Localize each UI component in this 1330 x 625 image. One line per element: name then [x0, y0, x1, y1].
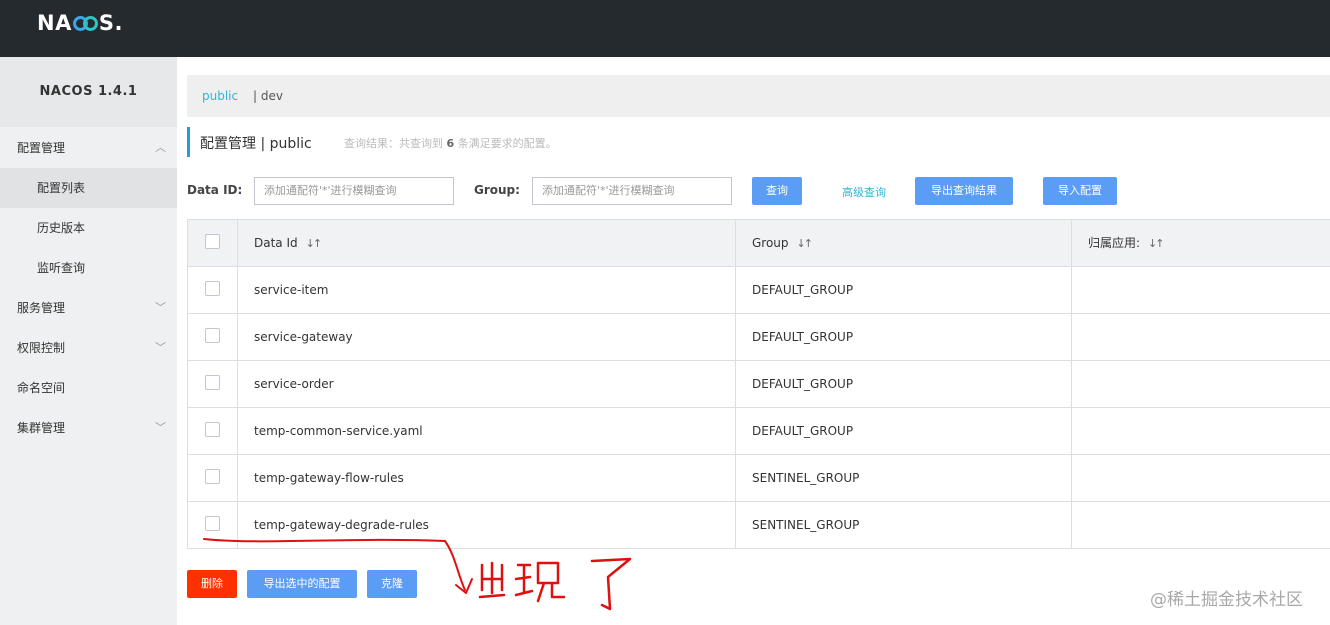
dataid-label: Data ID:	[187, 183, 243, 197]
row-checkbox[interactable]	[205, 422, 220, 437]
row-checkbox[interactable]	[205, 328, 220, 343]
sidebar-item-config-list[interactable]: 配置列表	[0, 168, 177, 208]
sidebar-item-cluster-management[interactable]: 集群管理 ﹀	[0, 408, 177, 448]
table-row[interactable]: service-item DEFAULT_GROUP	[187, 267, 1330, 314]
version-label: NACOS 1.4.1	[0, 57, 177, 127]
chevron-down-icon: ﹀	[155, 301, 166, 314]
sort-icon[interactable]: ↓↑	[1148, 237, 1165, 250]
cell-dataid: service-item	[238, 267, 736, 313]
nacos-logo[interactable]: NA S.	[37, 11, 123, 35]
cell-group: DEFAULT_GROUP	[736, 267, 1072, 313]
handwritten-annotation	[203, 538, 632, 611]
row-checkbox[interactable]	[205, 469, 220, 484]
cell-dataid: service-gateway	[238, 314, 736, 360]
group-label: Group:	[474, 183, 520, 197]
dataid-search-input[interactable]: 添加通配符'*'进行模糊查询	[254, 177, 454, 205]
import-config-button[interactable]: 导入配置	[1043, 177, 1117, 205]
header-app[interactable]: 归属应用: ↓↑	[1072, 220, 1330, 266]
sidebar-item-config-management[interactable]: 配置管理 ︿	[0, 128, 177, 168]
namespace-bar: public | dev	[187, 75, 1330, 117]
config-table: Data Id ↓↑ Group ↓↑ 归属应用: ↓↑ service-item D…	[187, 219, 1330, 549]
cell-dataid: temp-common-service.yaml	[238, 408, 736, 454]
select-all-checkbox[interactable]	[205, 234, 220, 249]
cell-group: SENTINEL_GROUP	[736, 455, 1072, 501]
table-row[interactable]: service-order DEFAULT_GROUP	[187, 361, 1330, 408]
query-result-text: 查询结果：共查询到 6 条满足要求的配置。	[344, 137, 557, 150]
cell-group: DEFAULT_GROUP	[736, 408, 1072, 454]
sidebar: NACOS 1.4.1 配置管理 ︿ 配置列表 历史版本 监听查询 服务管理 ﹀ 权…	[0, 57, 177, 625]
header-group[interactable]: Group ↓↑	[736, 220, 1072, 266]
cell-app	[1072, 408, 1330, 454]
table-row[interactable]: temp-common-service.yaml DEFAULT_GROUP	[187, 408, 1330, 455]
table-row[interactable]: temp-gateway-flow-rules SENTINEL_GROUP	[187, 455, 1330, 502]
row-checkbox[interactable]	[205, 375, 220, 390]
page-title: 配置管理 | public	[200, 136, 312, 152]
cell-group: DEFAULT_GROUP	[736, 314, 1072, 360]
chevron-down-icon: ﹀	[155, 421, 166, 434]
cell-dataid: service-order	[238, 361, 736, 407]
cell-group: DEFAULT_GROUP	[736, 361, 1072, 407]
watermark-text: @稀土掘金技术社区	[1150, 590, 1303, 610]
sort-icon[interactable]: ↓↑	[306, 237, 323, 250]
table-header: Data Id ↓↑ Group ↓↑ 归属应用: ↓↑	[187, 220, 1330, 267]
cell-app	[1072, 455, 1330, 501]
header-dataid[interactable]: Data Id ↓↑	[238, 220, 736, 266]
title-accent	[187, 127, 190, 157]
row-checkbox[interactable]	[205, 516, 220, 531]
table-row[interactable]: service-gateway DEFAULT_GROUP	[187, 314, 1330, 361]
cell-app	[1072, 267, 1330, 313]
namespace-public-link[interactable]: public	[202, 89, 238, 103]
sort-icon[interactable]: ↓↑	[797, 237, 814, 250]
query-button[interactable]: 查询	[752, 177, 802, 205]
sidebar-item-permissions[interactable]: 权限控制 ﹀	[0, 328, 177, 368]
cell-app	[1072, 314, 1330, 360]
advanced-query-link[interactable]: 高级查询	[842, 184, 886, 200]
export-results-button[interactable]: 导出查询结果	[915, 177, 1013, 205]
chevron-up-icon: ︿	[155, 141, 166, 154]
row-checkbox[interactable]	[205, 281, 220, 296]
sidebar-item-listener-query[interactable]: 监听查询	[0, 248, 177, 288]
cell-dataid: temp-gateway-flow-rules	[238, 455, 736, 501]
namespace-dev-link[interactable]: | dev	[253, 89, 283, 103]
sidebar-item-namespace[interactable]: 命名空间	[0, 368, 177, 408]
top-navbar: NA S.	[0, 0, 1330, 57]
sidebar-item-history[interactable]: 历史版本	[0, 208, 177, 248]
cell-group: SENTINEL_GROUP	[736, 502, 1072, 548]
group-search-input[interactable]: 添加通配符'*'进行模糊查询	[532, 177, 732, 205]
sidebar-item-service-management[interactable]: 服务管理 ﹀	[0, 288, 177, 328]
cell-app	[1072, 361, 1330, 407]
cell-app	[1072, 502, 1330, 548]
chevron-down-icon: ﹀	[155, 341, 166, 354]
